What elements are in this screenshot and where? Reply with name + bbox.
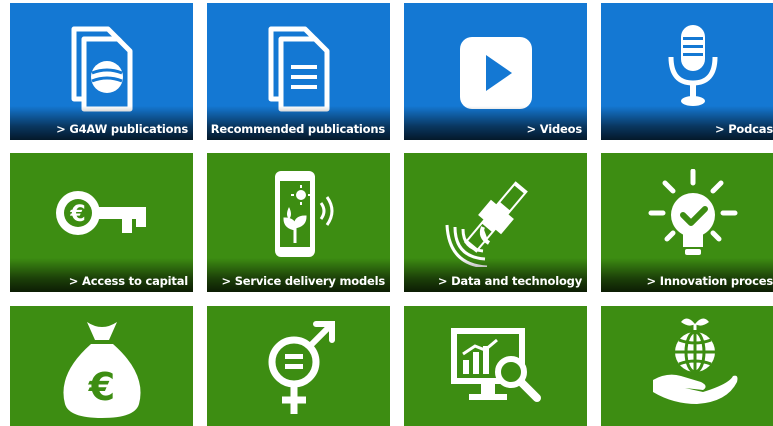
gender-equality-icon bbox=[207, 316, 390, 426]
hand-globe-plant-icon bbox=[601, 310, 773, 410]
monitor-analytics-icon bbox=[404, 320, 587, 420]
tile-sustainability[interactable] bbox=[601, 306, 773, 426]
tile-label: > Recommended publications bbox=[207, 122, 385, 136]
tile-recommended-publications[interactable]: > Recommended publications bbox=[207, 3, 390, 140]
tile-label: > Innovation proces bbox=[646, 274, 773, 288]
euro-key-icon: € bbox=[10, 181, 193, 251]
tile-innovation-process[interactable]: > Innovation proces bbox=[601, 153, 773, 292]
tile-access-to-capital[interactable]: € > Access to capital bbox=[10, 153, 193, 292]
money-bag-euro-icon: € bbox=[10, 316, 193, 426]
tile-podcasts[interactable]: > Podcas bbox=[601, 3, 773, 140]
document-globe-icon bbox=[10, 23, 193, 113]
tile-videos[interactable]: > Videos bbox=[404, 3, 587, 140]
svg-text:€: € bbox=[69, 202, 85, 227]
lightbulb-check-icon bbox=[601, 169, 773, 265]
tile-data-and-technology[interactable]: > Data and technology bbox=[404, 153, 587, 292]
svg-text:€: € bbox=[87, 365, 114, 409]
play-icon bbox=[404, 33, 587, 113]
microphone-icon bbox=[601, 23, 773, 113]
documents-icon bbox=[207, 23, 390, 113]
satellite-icon bbox=[404, 167, 587, 267]
tile-analytics[interactable] bbox=[404, 306, 587, 426]
tile-finance[interactable]: € bbox=[10, 306, 193, 426]
tile-gender[interactable] bbox=[207, 306, 390, 426]
tile-g4aw-publications[interactable]: > G4AW publications bbox=[10, 3, 193, 140]
smartphone-plant-icon bbox=[207, 167, 390, 263]
tile-label: > Videos bbox=[526, 122, 583, 136]
tile-service-delivery-models[interactable]: > Service delivery models bbox=[207, 153, 390, 292]
tile-label: > Podcas bbox=[714, 122, 773, 136]
tile-label: > Data and technology bbox=[437, 274, 582, 288]
tile-label: > G4AW publications bbox=[56, 122, 188, 136]
tile-label: > Access to capital bbox=[68, 274, 188, 288]
tile-label: > Service delivery models bbox=[221, 274, 385, 288]
